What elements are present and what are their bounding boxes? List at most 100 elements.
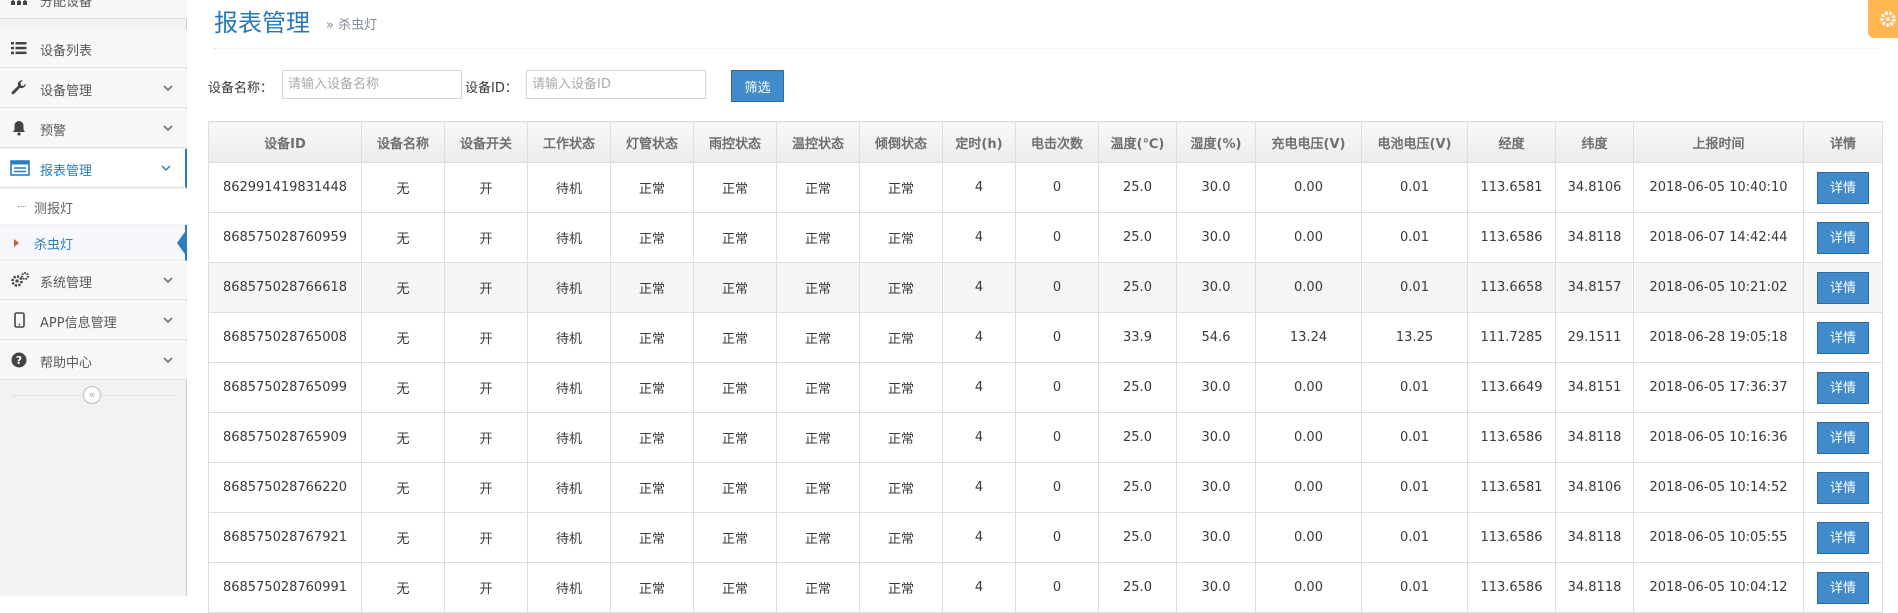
table-cell: 2018-06-05 17:36:37	[1633, 362, 1804, 413]
table-cell: 开	[444, 162, 528, 213]
sidebar-item-device-management[interactable]: 设备管理	[0, 69, 187, 108]
device-name-input[interactable]	[282, 70, 462, 99]
table-cell: 34.8118	[1555, 512, 1634, 563]
column-header: 电击次数	[1015, 121, 1099, 163]
table-cell: 30.0	[1176, 162, 1256, 213]
table-cell: 正常	[859, 212, 943, 263]
table-cell: 无	[361, 412, 445, 463]
table-cell: 正常	[776, 562, 860, 613]
sidebar-item-label: APP信息管理	[40, 316, 117, 331]
table-cell: 30.0	[1176, 412, 1256, 463]
column-header: 设备ID	[208, 121, 362, 163]
table-cell: 33.9	[1098, 312, 1177, 363]
table-cell: 30.0	[1176, 462, 1256, 513]
table-cell: 0	[1015, 212, 1099, 263]
table-cell: 34.8151	[1555, 362, 1634, 413]
sidebar-item-help-center[interactable]: ? 帮助中心	[0, 341, 187, 380]
table-cell: 0.00	[1255, 262, 1362, 313]
sidebar-item-app-info-management[interactable]: APP信息管理	[0, 301, 187, 340]
table-cell: 正常	[776, 512, 860, 563]
table-cell: 待机	[527, 212, 611, 263]
table-cell: 待机	[527, 262, 611, 313]
table-cell: 无	[361, 462, 445, 513]
detail-button[interactable]: 详情	[1817, 421, 1869, 454]
table-cell: 详情	[1803, 212, 1883, 263]
sidebar-subitem-insect-killer-lamp[interactable]: 杀虫灯	[0, 225, 187, 261]
sidebar-item-alert[interactable]: 预警	[0, 109, 187, 148]
table-cell: 开	[444, 412, 528, 463]
table-cell: 30.0	[1176, 562, 1256, 613]
table-cell: 868575028765099	[208, 362, 362, 413]
detail-button[interactable]: 详情	[1817, 171, 1869, 204]
sidebar-item-system-management[interactable]: 系统管理	[0, 261, 187, 300]
table-cell: 25.0	[1098, 412, 1177, 463]
table-cell: 无	[361, 512, 445, 563]
question-icon: ?	[10, 351, 30, 369]
caret-right-icon	[14, 239, 19, 247]
filter-button[interactable]: 筛选	[731, 70, 784, 102]
table-cell: 13.25	[1361, 312, 1468, 363]
table-cell: 30.0	[1176, 262, 1256, 313]
column-header: 充电电压(V)	[1255, 121, 1362, 163]
breadcrumb: » 杀虫灯	[326, 18, 378, 33]
sidebar-subitem-monitoring-lamp[interactable]: 测报灯	[0, 189, 187, 225]
device-name-label: 设备名称：	[208, 81, 274, 96]
table-cell: 正常	[776, 262, 860, 313]
detail-button[interactable]: 详情	[1817, 571, 1869, 604]
table-cell: 正常	[776, 312, 860, 363]
table-cell: 0.00	[1255, 462, 1362, 513]
detail-button[interactable]: 详情	[1817, 371, 1869, 404]
sidebar-item-label: 帮助中心	[40, 356, 93, 371]
table-cell: 无	[361, 362, 445, 413]
collapse-sidebar-button[interactable]: «	[83, 386, 101, 404]
chevron-down-icon	[162, 122, 174, 134]
column-header: 定时(h)	[942, 121, 1016, 163]
table-cell: 868575028766618	[208, 262, 362, 313]
chevron-down-icon	[160, 162, 172, 174]
table-cell: 正常	[693, 562, 777, 613]
table-cell: 4	[942, 462, 1016, 513]
sidebar-item-label: 报表管理	[40, 164, 93, 179]
column-header: 灯管状态	[610, 121, 694, 163]
table-cell: 0.01	[1361, 512, 1468, 563]
table-cell: 4	[942, 412, 1016, 463]
sidebar-item-assign-device[interactable]: 分配设备	[0, 0, 187, 19]
sidebar: 分配设备 设备列表 设备管理 预警 报表管理 测报灯 杀虫灯 系统管理 APP信…	[0, 0, 187, 596]
settings-button[interactable]	[1868, 0, 1898, 38]
sidebar-item-label: 设备管理	[40, 84, 93, 99]
table-row: 868575028767921 无开待机 正常 正常 正常 正常 4 0 25.0 30.0 0.0…	[208, 512, 1883, 563]
table-cell: 正常	[776, 412, 860, 463]
table-cell: 113.6581	[1467, 462, 1556, 513]
table-cell: 0.00	[1255, 562, 1362, 613]
sidebar-item-report-management[interactable]: 报表管理	[0, 149, 187, 188]
table-cell: 113.6658	[1467, 262, 1556, 313]
table-cell: 4	[942, 162, 1016, 213]
device-id-input[interactable]	[526, 70, 706, 99]
table-cell: 868575028765008	[208, 312, 362, 363]
column-header: 电池电压(V)	[1361, 121, 1468, 163]
sidebar-item-device-list[interactable]: 设备列表	[0, 29, 187, 68]
table-cell: 0.01	[1361, 162, 1468, 213]
table-cell: 4	[942, 362, 1016, 413]
table-cell: 0.01	[1361, 212, 1468, 263]
table-cell: 13.24	[1255, 312, 1362, 363]
table-cell: 正常	[859, 462, 943, 513]
page-title: 报表管理	[214, 9, 310, 37]
detail-button[interactable]: 详情	[1817, 521, 1869, 554]
table-cell: 正常	[610, 462, 694, 513]
detail-button[interactable]: 详情	[1817, 321, 1869, 354]
table-cell: 正常	[693, 262, 777, 313]
detail-button[interactable]: 详情	[1817, 271, 1869, 304]
table-cell: 4	[942, 562, 1016, 613]
table-cell: 正常	[859, 162, 943, 213]
page-header: 报表管理 » 杀虫灯	[214, 0, 1898, 49]
table-cell: 无	[361, 262, 445, 313]
column-header: 工作状态	[527, 121, 611, 163]
sidebar-collapse-bar: «	[0, 378, 187, 414]
table-cell: 111.7285	[1467, 312, 1556, 363]
table-cell: 30.0	[1176, 212, 1256, 263]
table-cell: 正常	[693, 162, 777, 213]
detail-button[interactable]: 详情	[1817, 221, 1869, 254]
detail-button[interactable]: 详情	[1817, 471, 1869, 504]
table-cell: 开	[444, 362, 528, 413]
